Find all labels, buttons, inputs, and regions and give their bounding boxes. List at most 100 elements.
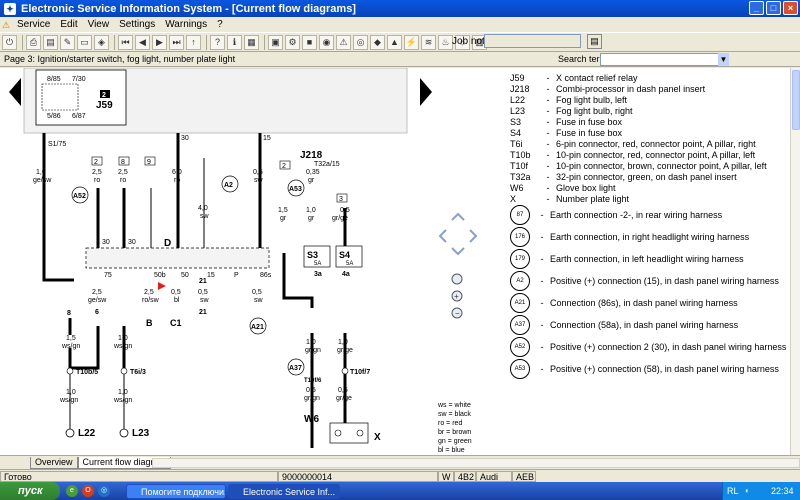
tire-icon[interactable]: ◎ (353, 34, 368, 50)
open-icon[interactable]: ▤ (43, 34, 58, 50)
zoom-controls[interactable]: + − (451, 273, 463, 319)
redblock-icon[interactable]: ■ (302, 34, 317, 50)
gearbox-icon[interactable]: ◉ (319, 34, 334, 50)
first-page-icon[interactable]: ⏮ (118, 34, 133, 50)
next-page-icon[interactable]: ▶ (152, 34, 167, 50)
start-button[interactable]: пуск (0, 482, 60, 500)
tray-lang[interactable]: RL (727, 482, 739, 500)
fuse-s3-rating: 5A (314, 261, 321, 267)
system-tray: RL ◐ 22:34 (722, 482, 800, 500)
svg-text:21: 21 (199, 309, 207, 316)
connection-circle: 87 (510, 205, 530, 225)
document-icon[interactable]: ▭ (77, 34, 92, 50)
diagram-icon[interactable]: ▣ (268, 34, 283, 50)
electrical-icon[interactable]: ⚡ (404, 34, 419, 50)
svg-text:sw: sw (254, 177, 264, 184)
vertical-scrollbar[interactable] (790, 68, 800, 455)
last-page-icon[interactable]: ⏭ (169, 34, 184, 50)
status-field-4: AEB (512, 471, 536, 482)
legend-code: T32a (510, 171, 531, 182)
next-page-arrow-icon[interactable] (420, 78, 432, 106)
legend-code: J59 (510, 72, 525, 83)
help-icon[interactable]: ? (210, 34, 225, 50)
legend-text: Positive (+) connection 2 (30), in dash … (550, 342, 787, 352)
menu-edit[interactable]: Edit (55, 19, 82, 30)
legend-dash: - (546, 149, 550, 160)
toolbar-exit-icon[interactable]: ⏻ (2, 34, 17, 50)
svg-text:gr: gr (280, 215, 287, 222)
legend-text: Earth connection -2-, in rear wiring har… (550, 210, 723, 220)
svg-text:L22: L22 (78, 428, 96, 439)
menu-bar: ⚠ Service Edit View Settings Warnings ? (0, 17, 800, 32)
wiring-icon[interactable]: ≋ (421, 34, 436, 50)
legend-code: S4 (510, 127, 522, 138)
search-input[interactable] (600, 53, 728, 66)
pan-controls[interactable] (438, 212, 478, 256)
heating-icon[interactable]: ♨ (438, 34, 453, 50)
window-title: Electronic Service Information System - … (21, 2, 356, 15)
print-icon[interactable]: ⎙ (26, 34, 41, 50)
svg-text:15: 15 (207, 272, 215, 279)
minimize-button[interactable]: _ (749, 1, 764, 15)
warning-icon[interactable]: ⚠ (336, 34, 351, 50)
quicklaunch-icon-2[interactable]: O (82, 485, 94, 497)
svg-text:50b: 50b (154, 272, 166, 279)
svg-text:2,5: 2,5 (92, 169, 102, 176)
svg-text:gr/gn: gr/gn (305, 347, 321, 354)
quicklaunch-icon-1[interactable]: e (66, 485, 78, 497)
top-label-687: 6/87 (72, 113, 86, 120)
maximize-button[interactable]: □ (766, 1, 781, 15)
close-button[interactable]: × (783, 1, 798, 15)
car-icon[interactable]: ◈ (94, 34, 109, 50)
quicklaunch-icon-3[interactable]: ◎ (98, 485, 110, 497)
bodywork-icon[interactable]: ◆ (370, 34, 385, 50)
menu-help[interactable]: ? (212, 19, 228, 30)
legend-row: T6i -6-pin connector, red, connector poin… (510, 138, 790, 149)
status-field-1: W (438, 471, 454, 482)
scrollbar-thumb[interactable] (792, 70, 800, 130)
tray-network-icon[interactable]: ◐ (745, 482, 750, 500)
taskbar-task-esi[interactable]: Electronic Service Inf... (228, 484, 340, 499)
up-icon[interactable]: ↑ (186, 34, 201, 50)
info-icon[interactable]: ℹ (227, 34, 242, 50)
calc-icon[interactable]: ▦ (244, 34, 259, 50)
menu-settings[interactable]: Settings (114, 19, 160, 30)
svg-text:gr/ge: gr/ge (332, 215, 348, 222)
prev-page-icon[interactable]: ◀ (135, 34, 150, 50)
horizontal-scrollbar[interactable] (152, 458, 800, 468)
chevron-down-icon[interactable]: ▼ (718, 53, 729, 66)
job-note-button[interactable]: ▤ (587, 34, 602, 49)
toolbar-separator (206, 34, 207, 50)
job-note-input[interactable] (484, 34, 581, 48)
tab-overview[interactable]: Overview (30, 456, 78, 469)
menu-warnings[interactable]: Warnings (160, 19, 212, 30)
prev-page-arrow-icon[interactable] (9, 78, 21, 106)
top-label-730: 7/30 (72, 76, 86, 83)
menu-service[interactable]: Service (12, 19, 55, 30)
ignition-switch-d (85, 247, 270, 269)
legend-row: L22 - Fog light bulb, left (510, 94, 790, 105)
top-label-586: 5/86 (47, 113, 61, 120)
legend-connection-row: A21- Connection (86s), in dash panel wiri… (510, 292, 790, 314)
svg-text:1,0: 1,0 (306, 207, 316, 214)
legend-text: Fog light bulb, left (556, 94, 628, 105)
menu-view[interactable]: View (83, 19, 115, 30)
legend-row: T10f -10-pin connector, brown, connector … (510, 160, 790, 171)
svg-text:gr/ge: gr/ge (337, 347, 353, 354)
legend-connection-row: A37- Connection (58a), in dash panel wiri… (510, 314, 790, 336)
edit-icon[interactable]: ✎ (60, 34, 75, 50)
green-car-icon[interactable]: ▲ (387, 34, 402, 50)
svg-text:ws/gn: ws/gn (61, 343, 80, 350)
color-meaning: white (454, 402, 471, 409)
legend-text: 32-pin connector, green, on dash panel i… (556, 171, 737, 182)
svg-text:0,5: 0,5 (338, 387, 348, 394)
legend-row: T32a -32-pin connector, green, on dash pa… (510, 171, 790, 182)
legend-dash: - (546, 116, 550, 127)
svg-text:A37: A37 (289, 365, 302, 372)
engine-icon[interactable]: ⚙ (285, 34, 300, 50)
diagram-view[interactable]: 8/85 7/30 5/86 6/87 J59 2 S1/75 30 15 J2… (0, 68, 790, 455)
svg-text:2,5: 2,5 (92, 289, 102, 296)
color-key-row: ro = red (438, 420, 463, 427)
taskbar-task-browser[interactable]: Помогите подключи... (126, 484, 226, 499)
svg-text:6,0: 6,0 (172, 169, 182, 176)
